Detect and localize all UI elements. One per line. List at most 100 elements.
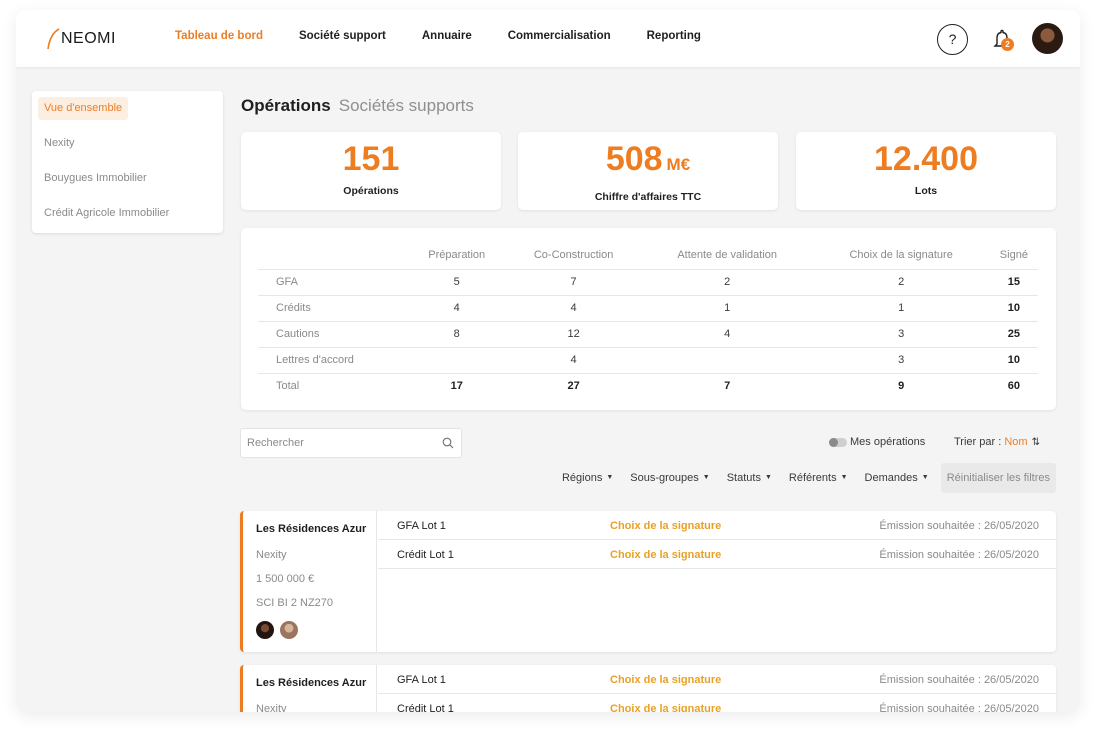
sidebar-item-label: Vue d'ensemble [38,97,129,120]
search-input[interactable]: Rechercher [240,428,462,458]
table-row: Crédits 4 4 1 1 10 [258,294,1038,321]
column-header: Co-Construction [533,248,614,261]
filter-demandes[interactable]: Demandes ▼ [865,472,929,484]
table-cell: 3 [812,346,990,373]
lot-status: Choix de la signature [610,703,722,712]
operation-company: Nexity [256,703,287,712]
operation-card[interactable]: Les Résidences Azur Nexity 1 500 000 € S… [240,511,1056,652]
nav-item-tableau-de-bord[interactable]: Tableau de bord [175,30,263,42]
table-cell: 8 [408,320,506,347]
column-header: Attente de validation [677,248,777,261]
operation-lots: GFA Lot 1 Choix de la signature Émission… [378,665,1056,712]
table-cell [641,346,813,373]
filter-sous-groupes[interactable]: Sous-groupes ▼ [630,472,709,484]
table-cell: 2 [812,268,990,295]
lot-name: Crédit Lot 1 [397,549,454,561]
brand-name: NEOMI [61,30,116,47]
sidebar-item-nexity[interactable]: Nexity [38,132,217,167]
column-header: Préparation [428,248,486,261]
lot-row[interactable]: GFA Lot 1 Choix de la signature Émission… [378,665,1056,694]
filter-regions[interactable]: Régions ▼ [562,472,613,484]
reset-filters-button[interactable]: Réinitialiser les filtres [940,463,1056,493]
table-row: GFA 5 7 2 2 15 [258,268,1038,295]
table-cell: 15 [989,268,1038,295]
stat-unit: M€ [666,155,691,174]
avatar[interactable] [280,621,298,639]
avatar[interactable] [256,621,274,639]
table-cell: 1 [641,294,813,321]
table-cell: 17 [408,372,506,399]
table-cell: 3 [812,320,990,347]
row-label: Total [258,372,408,399]
top-navigation: NEOMI Tableau de bord Société support An… [16,10,1080,67]
row-label: Cautions [258,320,408,347]
sort-arrows-icon[interactable]: ⇅ [1032,437,1040,448]
operation-summary: Les Résidences Azur Nexity [243,665,377,712]
caret-down-icon: ▼ [840,474,848,481]
filter-label: Statuts [726,472,761,484]
operation-card[interactable]: Les Résidences Azur Nexity GFA Lot 1 Cho… [240,665,1056,712]
table-cell: 60 [989,372,1038,399]
user-avatar[interactable] [1032,23,1063,54]
caret-down-icon: ▼ [764,474,772,481]
operation-name[interactable]: Les Résidences Azur [256,523,376,535]
table-row: Lettres d'accord 4 3 10 [258,346,1038,373]
table-cell: 4 [641,320,813,347]
stat-card-operations: 151 Opérations [241,132,501,210]
lot-status: Choix de la signature [610,549,722,561]
operation-name[interactable]: Les Résidences Azur [256,677,376,689]
sidebar-item-bouygues[interactable]: Bouygues Immobilier [38,167,217,202]
notification-badge: 2 [1001,38,1014,51]
stat-value: 12.400 [874,140,978,178]
filter-label: Régions [561,472,603,484]
lot-status: Choix de la signature [610,520,722,532]
sort-value: Nom [1004,436,1028,448]
nav-item-annuaire[interactable]: Annuaire [422,30,472,42]
filter-statuts[interactable]: Statuts ▼ [727,472,772,484]
help-button[interactable]: ? [937,24,968,55]
nav-item-societe-support[interactable]: Société support [299,30,386,42]
stat-value: 508 [605,140,663,178]
table-cell: 12 [505,320,642,347]
operations-status-table: Préparation Co-Construction Attente de v… [241,228,1056,410]
column-header: Signé [999,248,1028,261]
filter-referents[interactable]: Référents ▼ [789,472,848,484]
sidebar-item-vue-ensemble[interactable]: Vue d'ensemble [38,97,217,132]
lot-date: Émission souhaitée : 26/05/2020 [879,703,1039,712]
sidebar-item-credit-agricole[interactable]: Crédit Agricole Immobilier [38,202,217,237]
logo-mark-icon [47,28,60,50]
caret-down-icon: ▼ [921,474,929,481]
operation-summary: Les Résidences Azur Nexity 1 500 000 € S… [243,511,377,652]
table-row: Cautions 8 12 4 3 25 [258,320,1038,347]
filter-label: Sous-groupes [630,472,699,484]
filter-label: Référents [788,472,837,484]
lot-row[interactable]: Crédit Lot 1 Choix de la signature Émiss… [378,694,1056,712]
operation-lots: GFA Lot 1 Choix de la signature Émission… [378,511,1056,569]
table-cell: 10 [989,294,1038,321]
table-cell: 5 [408,268,506,295]
caret-down-icon: ▼ [702,474,710,481]
row-label: Crédits [258,294,408,321]
sort-control[interactable]: Trier par : Nom ⇅ [954,436,1040,448]
filter-label: Demandes [864,472,918,484]
mes-operations-label[interactable]: Mes opérations [850,436,925,448]
lot-name: GFA Lot 1 [397,520,446,532]
mes-operations-toggle[interactable] [829,438,847,447]
sidebar-item-label: Nexity [44,137,75,149]
neomi-logo[interactable]: NEOMI [46,27,116,51]
operation-company: Nexity [256,549,287,561]
lot-row[interactable]: Crédit Lot 1 Choix de la signature Émiss… [378,540,1056,569]
lot-row[interactable]: GFA Lot 1 Choix de la signature Émission… [378,511,1056,540]
nav-item-commercialisation[interactable]: Commercialisation [508,30,611,42]
tab-societes-supports[interactable]: Sociétés supports [339,96,474,115]
table-cell: 9 [812,372,990,399]
table-cell: 4 [408,294,506,321]
table-header-row: Préparation Co-Construction Attente de v… [258,241,1038,269]
nav-item-reporting[interactable]: Reporting [647,30,701,42]
tab-operations[interactable]: Opérations [241,96,331,115]
search-icon[interactable] [442,437,454,449]
table-row-total: Total 17 27 7 9 60 [258,372,1038,399]
search-placeholder: Rechercher [247,437,304,449]
stat-label: Opérations [343,185,399,197]
table-cell: 4 [505,346,642,373]
